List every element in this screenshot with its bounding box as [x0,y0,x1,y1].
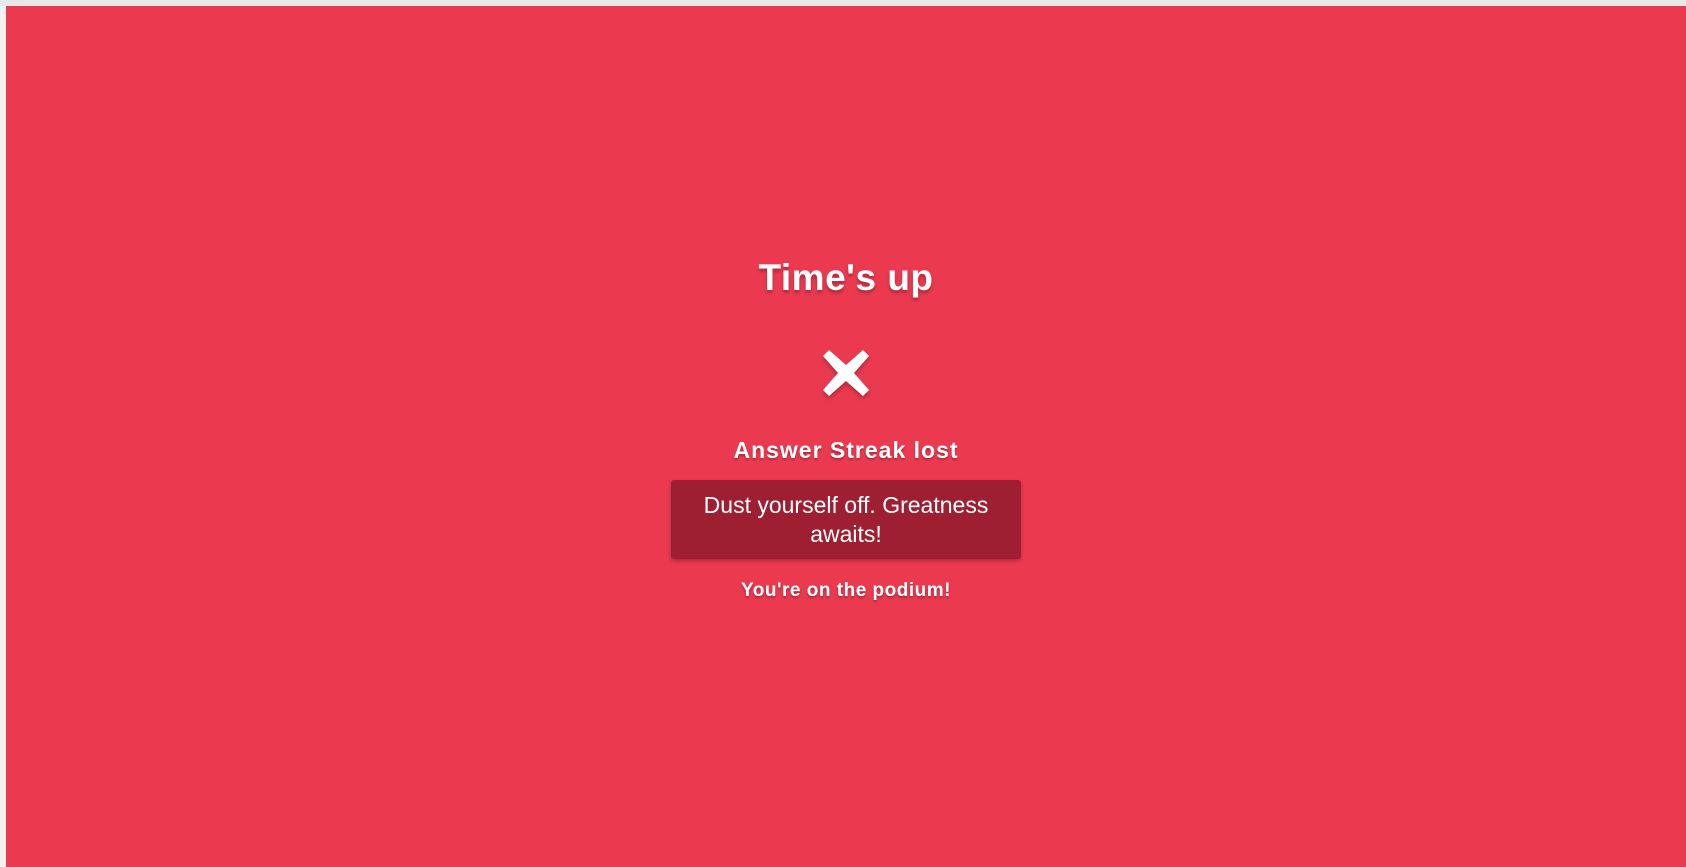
result-title: Time's up [758,257,934,298]
close-icon [823,350,869,396]
result-content: Time's up Answer Streak lost Dust yourse… [6,256,1686,603]
encouragement-text: Dust yourself off. Greatness awaits! [703,492,989,547]
streak-status: Answer Streak lost [733,437,959,463]
rank-status: You're on the podium! [741,580,951,601]
encouragement-message: Dust yourself off. Greatness awaits! [671,480,1021,559]
result-screen: Time's up Answer Streak lost Dust yourse… [6,6,1686,867]
